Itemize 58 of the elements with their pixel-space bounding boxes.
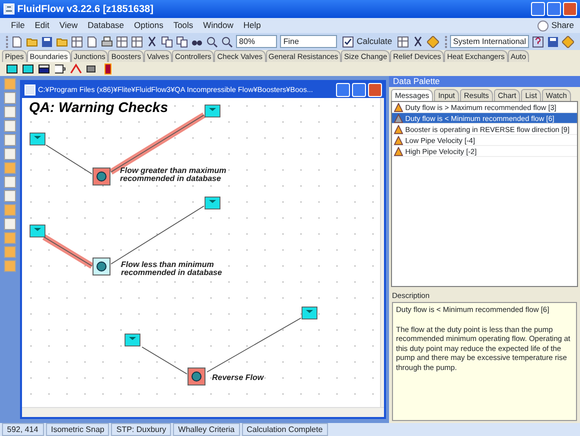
status-text: Whalley Criteria: [173, 423, 240, 436]
tank-symbol[interactable]: [204, 196, 220, 210]
maximize-button[interactable]: [546, 2, 561, 16]
menu-item[interactable]: Edit: [30, 19, 54, 32]
zoom-in-icon[interactable]: [206, 36, 218, 48]
zoom-out-icon[interactable]: [221, 36, 233, 48]
print-icon[interactable]: [101, 36, 113, 48]
tank-icon[interactable]: [22, 63, 34, 75]
open-folder-icon[interactable]: [26, 36, 38, 48]
mesh-dropdown[interactable]: Fine: [280, 35, 338, 48]
menu-item[interactable]: Help: [238, 19, 266, 32]
app-icon: [3, 3, 15, 15]
vessel-icon[interactable]: [38, 63, 50, 75]
pump-symbol[interactable]: [188, 368, 206, 386]
diagram-annotation: Flow less than minimum recommended in database: [121, 260, 222, 277]
maximize-button[interactable]: [352, 83, 366, 97]
new-document-icon[interactable]: [11, 36, 23, 48]
paste-icon[interactable]: [176, 36, 188, 48]
share-icon[interactable]: [537, 20, 550, 32]
cut-icon[interactable]: [146, 36, 158, 48]
share-button[interactable]: Share: [551, 19, 574, 32]
menu-item[interactable]: Database: [82, 19, 130, 32]
window-title: FluidFlow v3.22.6 [z1851638]: [17, 2, 154, 16]
diagram-heading: QA: Warning Checks: [29, 99, 168, 115]
tank-symbol[interactable]: [30, 224, 46, 238]
copy-icon[interactable]: [161, 36, 173, 48]
tank-symbol[interactable]: [302, 306, 318, 320]
units-dropdown[interactable]: System International: [450, 35, 529, 48]
tank-symbol[interactable]: [204, 104, 220, 118]
close-button[interactable]: [368, 83, 382, 97]
grid-icon[interactable]: [71, 36, 83, 48]
pump-symbol[interactable]: [92, 258, 110, 276]
status-text: Calculation Complete: [242, 423, 328, 436]
minimize-button[interactable]: [336, 83, 350, 97]
menu-item[interactable]: File: [6, 19, 30, 32]
tank-icon[interactable]: [6, 63, 18, 75]
status-text: Isometric Snap: [46, 423, 110, 436]
menu-item[interactable]: Tools: [168, 19, 198, 32]
folder-icon[interactable]: [56, 36, 68, 48]
close-button[interactable]: [563, 2, 577, 16]
zoom-dropdown[interactable]: 80%: [236, 35, 278, 48]
save-icon[interactable]: [41, 36, 53, 48]
diagram-annotation: Reverse Flow: [212, 373, 264, 382]
status-text: STP: Duxbury: [111, 423, 172, 436]
menu-item[interactable]: Options: [129, 19, 168, 32]
pump-symbol[interactable]: [92, 168, 110, 186]
minimize-button[interactable]: [530, 2, 544, 16]
diagram-annotation: Flow greater than maximum recommended in database: [120, 166, 226, 183]
checkmark-icon[interactable]: [342, 36, 354, 48]
help-icon[interactable]: [532, 36, 544, 48]
menu-item[interactable]: View: [54, 19, 83, 32]
tank-symbol[interactable]: [124, 334, 140, 346]
menu-item[interactable]: Window: [198, 19, 238, 32]
calculate-button[interactable]: Calculate: [340, 35, 394, 48]
status-text: 592, 414: [2, 423, 44, 436]
panel-title: Data Palette: [393, 75, 440, 88]
document-icon: [24, 84, 36, 96]
tank-symbol[interactable]: [30, 132, 46, 146]
